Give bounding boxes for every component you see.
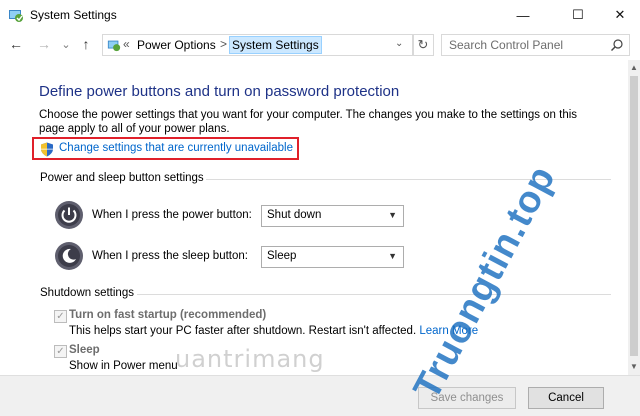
sleep-button-action-value: Sleep: [267, 250, 297, 262]
forward-button[interactable]: →: [36, 36, 52, 52]
control-panel-icon: [107, 40, 121, 52]
watermark-right: Truongtin.top: [406, 159, 564, 406]
control-panel-icon: [9, 10, 23, 22]
breadcrumb-power-options[interactable]: Power Options: [137, 38, 216, 52]
power-button-icon: [55, 201, 83, 229]
page-title: Define power buttons and turn on passwor…: [39, 83, 400, 100]
watermark-left-text: uantrimang: [175, 345, 325, 373]
breadcrumb-overflow[interactable]: «: [123, 37, 130, 51]
watermark-right-text: Truongtin.top: [406, 159, 564, 406]
maximize-button[interactable]: ☐: [555, 0, 601, 30]
sleep-option-description: Show in Power menu: [69, 360, 178, 372]
highlight-box: Change settings that are currently unava…: [32, 137, 299, 160]
refresh-button[interactable]: ↻: [412, 34, 434, 56]
scroll-up-arrow-icon[interactable]: ▲: [628, 62, 640, 74]
close-button[interactable]: ✕: [600, 0, 640, 30]
breadcrumb-system-settings[interactable]: System Settings: [229, 36, 322, 54]
uac-shield-icon: [41, 142, 53, 157]
navigation-bar: ← → ⌄ ↑ « Power Options > System Setting…: [0, 31, 640, 60]
breadcrumb-separator[interactable]: >: [220, 37, 227, 51]
sleep-button-action-select[interactable]: Sleep ▼: [261, 246, 404, 268]
power-button-label: When I press the power button:: [92, 209, 252, 221]
search-placeholder: Search Control Panel: [449, 38, 564, 52]
recent-locations-button[interactable]: ⌄: [58, 36, 74, 52]
sleep-button-label: When I press the sleep button:: [92, 250, 248, 262]
window-title: System Settings: [30, 8, 117, 22]
back-button[interactable]: ←: [8, 36, 24, 52]
minimize-button[interactable]: —: [500, 0, 546, 30]
power-sleep-section-title: Power and sleep button settings: [40, 172, 204, 184]
up-button[interactable]: ↑: [78, 36, 94, 52]
search-input[interactable]: Search Control Panel: [441, 34, 630, 56]
power-button-action-select[interactable]: Shut down ▼: [261, 205, 404, 227]
fast-startup-description-text: This helps start your PC faster after sh…: [69, 325, 417, 337]
sleep-option-label: Sleep: [69, 344, 100, 356]
search-icon[interactable]: [610, 38, 624, 52]
power-button-action-value: Shut down: [267, 209, 322, 221]
address-dropdown[interactable]: ⌄: [395, 38, 403, 49]
sleep-button-icon: [55, 242, 83, 270]
address-bar[interactable]: « Power Options > System Settings ⌄: [102, 34, 414, 56]
fast-startup-checkbox[interactable]: ✓: [54, 310, 67, 323]
page-description: Choose the power settings that you want …: [39, 109, 578, 135]
change-settings-link[interactable]: Change settings that are currently unava…: [59, 142, 293, 154]
sleep-checkbox[interactable]: ✓: [54, 345, 67, 358]
shutdown-section-title: Shutdown settings: [40, 287, 134, 299]
title-bar: System Settings — ☐ ✕: [0, 0, 640, 31]
fast-startup-label: Turn on fast startup (recommended): [69, 309, 267, 321]
watermark-left: uantrimang: [175, 345, 325, 373]
